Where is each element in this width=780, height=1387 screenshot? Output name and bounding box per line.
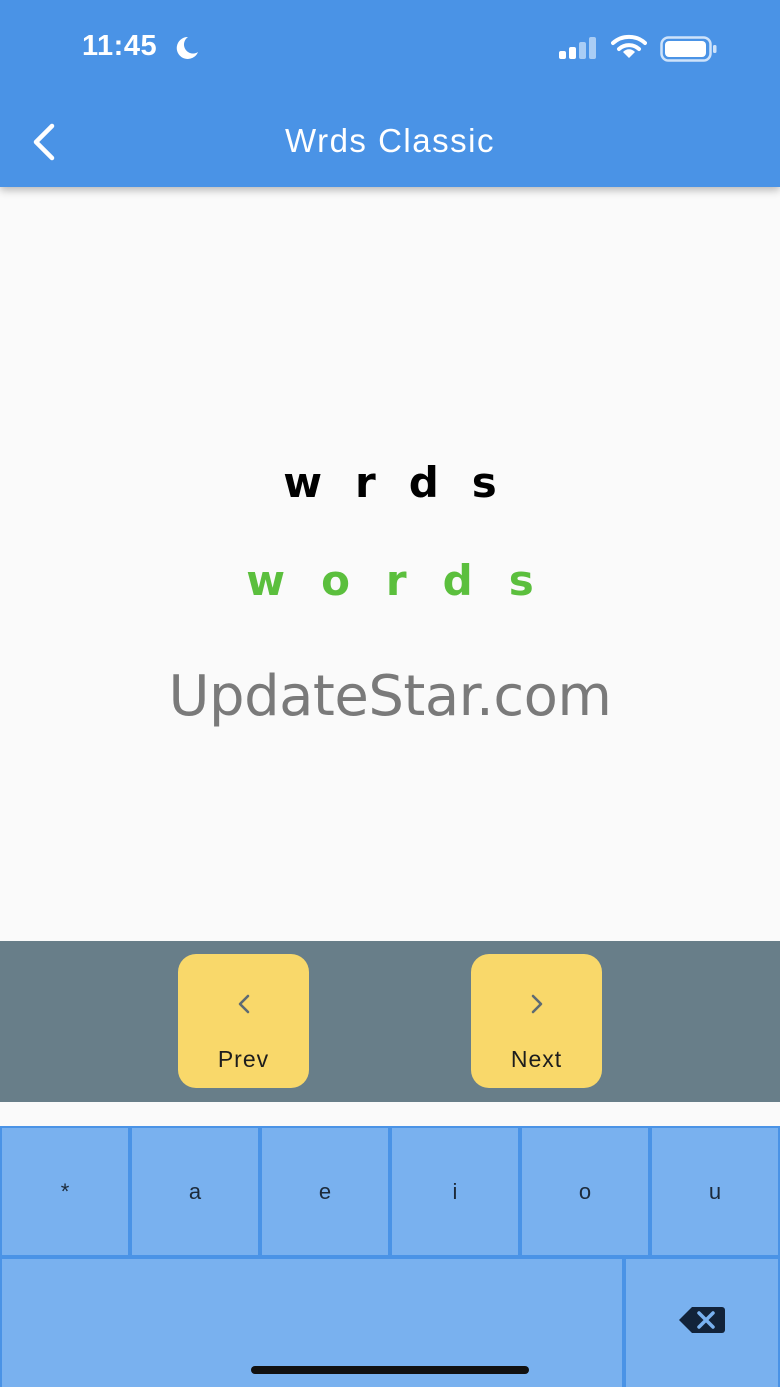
page-title: Wrds Classic (285, 122, 495, 159)
prev-button[interactable]: Prev (178, 954, 309, 1088)
navigation-bar: Prev Next (0, 941, 780, 1102)
prev-label: Prev (217, 1046, 270, 1072)
hint-word: wrds (283, 458, 530, 507)
backspace-icon (678, 1305, 726, 1341)
signal-icon (558, 36, 600, 65)
battery-icon (660, 36, 718, 67)
key-i[interactable]: i (392, 1128, 518, 1255)
delete-key[interactable] (626, 1259, 778, 1387)
key-label: i (452, 1178, 458, 1204)
home-indicator (251, 1366, 529, 1374)
key-a[interactable]: a (132, 1128, 258, 1255)
moon-icon (172, 35, 200, 66)
key-label: o (578, 1178, 592, 1204)
app-bar: 11:45 Wrds Classic (0, 0, 780, 187)
chevron-left-icon (178, 992, 309, 1021)
key-label: u (708, 1178, 722, 1204)
watermark: UpdateStar.com (168, 664, 612, 729)
chevron-right-icon (471, 992, 602, 1021)
key-o[interactable]: o (522, 1128, 648, 1255)
key-label: e (318, 1178, 332, 1204)
key-label: * (60, 1178, 70, 1204)
key-label: a (188, 1178, 202, 1204)
screen: 11:45 Wrds Classic wrds words UpdateStar… (0, 0, 780, 1387)
status-time: 11:45 (82, 30, 158, 62)
key-u[interactable]: u (652, 1128, 778, 1255)
next-button[interactable]: Next (471, 954, 602, 1088)
answer-word: words (246, 556, 570, 605)
key-asterisk[interactable]: * (2, 1128, 128, 1255)
key-e[interactable]: e (262, 1128, 388, 1255)
wifi-icon (611, 34, 647, 65)
next-label: Next (510, 1046, 563, 1072)
vowel-keyboard: * a e i o u (0, 1126, 780, 1387)
